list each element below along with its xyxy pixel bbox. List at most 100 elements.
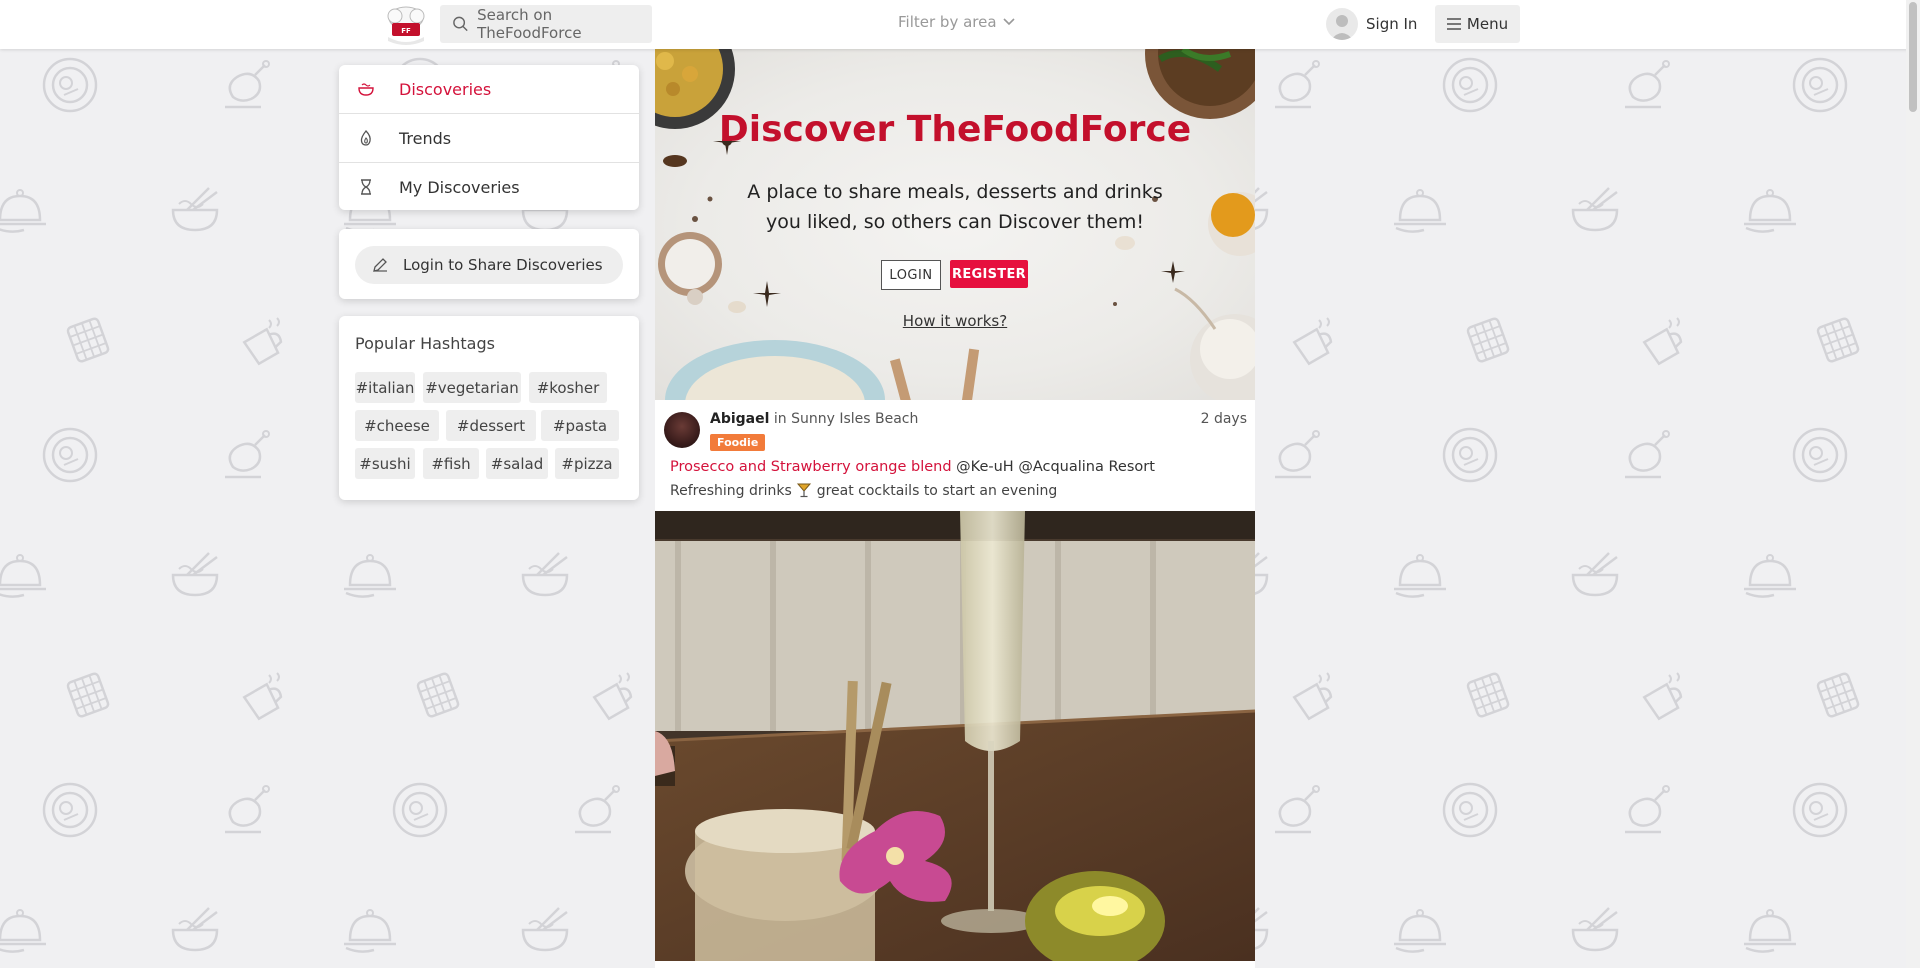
nav-label: Trends — [399, 128, 452, 148]
scrollbar-thumb[interactable] — [1909, 2, 1917, 112]
noodles-pattern-icon — [171, 907, 219, 952]
cloche-pattern-icon — [1394, 189, 1446, 233]
bowl-icon — [358, 83, 374, 96]
plate-pattern-icon — [1442, 427, 1498, 483]
nav-item-trends[interactable]: Trends — [339, 114, 639, 163]
sidebar-nav: Discoveries Trends My Discoveries — [339, 65, 639, 210]
chicken-pattern-icon — [225, 785, 270, 834]
post-time: 2 days — [1200, 411, 1247, 427]
top-bar: FF Search on TheFoodForce Filter by area… — [0, 0, 1920, 49]
hashtag-chip[interactable]: #dessert — [446, 410, 536, 441]
waffle-pattern-icon — [1466, 317, 1510, 363]
waffle-pattern-icon — [1816, 672, 1860, 718]
hashtag-chip[interactable]: #pasta — [541, 410, 619, 441]
mug-pattern-icon — [1292, 317, 1333, 366]
plate-pattern-icon — [1442, 57, 1498, 113]
mug-pattern-icon — [1642, 317, 1683, 366]
search-icon — [453, 16, 468, 32]
foodie-badge: Foodie — [710, 434, 766, 451]
sign-in-button[interactable]: Sign In — [1326, 8, 1417, 40]
login-button[interactable]: LOGIN — [881, 260, 941, 290]
menu-label: Menu — [1466, 15, 1509, 33]
menu-button[interactable]: Menu — [1435, 5, 1520, 43]
mention-user[interactable]: @Ke-uH — [956, 459, 1014, 475]
pencil-icon — [373, 258, 387, 272]
search-input[interactable]: Search on TheFoodForce — [440, 5, 652, 43]
hashtag-chip[interactable]: #kosher — [529, 372, 607, 403]
login-to-share-button[interactable]: Login to Share Discoveries — [355, 246, 623, 284]
location-prefix: in — [773, 411, 787, 427]
share-label: Login to Share Discoveries — [403, 256, 603, 274]
chicken-pattern-icon — [1625, 60, 1670, 109]
cloche-pattern-icon — [1744, 554, 1796, 598]
cloche-pattern-icon — [0, 554, 46, 598]
avatar[interactable] — [664, 412, 700, 448]
nav-item-my-discoveries[interactable]: My Discoveries — [339, 163, 639, 210]
mention-venue[interactable]: @Acqualina Resort — [1018, 459, 1155, 475]
hashtag-chip[interactable]: #vegetarian — [423, 372, 521, 403]
cocktail-icon — [797, 483, 812, 498]
post-author-name[interactable]: Abigael — [710, 411, 769, 427]
post-author-line: Abigael in Sunny Isles Beach — [710, 411, 918, 427]
svg-text:FF: FF — [401, 27, 411, 35]
waffle-pattern-icon — [1466, 672, 1510, 718]
chicken-pattern-icon — [225, 430, 270, 479]
flame-icon — [360, 130, 371, 146]
hero-banner: Discover TheFoodForce A place to share m… — [655, 49, 1255, 400]
chicken-pattern-icon — [1275, 785, 1320, 834]
chicken-pattern-icon — [1625, 430, 1670, 479]
cloche-pattern-icon — [1744, 189, 1796, 233]
chevron-down-icon — [1002, 18, 1015, 26]
noodles-pattern-icon — [1571, 907, 1619, 952]
user-icon — [1326, 8, 1358, 40]
cloche-pattern-icon — [1744, 909, 1796, 953]
post-title: Prosecco and Strawberry orange blend @Ke… — [670, 459, 1155, 475]
logo-chef-hat[interactable]: FF — [383, 3, 429, 45]
waffle-pattern-icon — [1816, 317, 1860, 363]
post-photo[interactable] — [655, 511, 1255, 961]
mug-pattern-icon — [242, 317, 283, 366]
hero-subtitle: A place to share meals, desserts and dri… — [747, 181, 1163, 233]
plate-pattern-icon — [1442, 782, 1498, 838]
mug-pattern-icon — [242, 672, 283, 721]
feed-column: Discover TheFoodForce A place to share m… — [655, 49, 1255, 968]
plate-pattern-icon — [1792, 782, 1848, 838]
hashtag-chip[interactable]: #salad — [486, 448, 548, 479]
hashtag-chip[interactable]: #pizza — [555, 448, 619, 479]
filter-label: Filter by area — [898, 13, 997, 31]
hashtag-chip[interactable]: #fish — [423, 448, 479, 479]
noodles-pattern-icon — [521, 907, 569, 952]
desc-text-2: great cocktails to start an evening — [816, 483, 1058, 499]
noodles-pattern-icon — [171, 552, 219, 597]
chicken-pattern-icon — [225, 60, 270, 109]
noodles-pattern-icon — [1571, 552, 1619, 597]
waffle-pattern-icon — [66, 672, 110, 718]
cloche-pattern-icon — [1394, 554, 1446, 598]
dish-name-link[interactable]: Prosecco and Strawberry orange blend — [670, 459, 952, 475]
how-it-works-link[interactable]: How it works? — [655, 312, 1255, 330]
share-card: Login to Share Discoveries — [339, 229, 639, 299]
filter-by-area-dropdown[interactable]: Filter by area — [898, 13, 1015, 31]
page-scrollbar[interactable] — [1906, 0, 1920, 968]
nav-item-discoveries[interactable]: Discoveries — [339, 65, 639, 114]
hashtag-chip[interactable]: #italian — [355, 372, 415, 403]
plate-pattern-icon — [1792, 57, 1848, 113]
hashtags-title: Popular Hashtags — [355, 334, 495, 353]
plate-pattern-icon — [42, 427, 98, 483]
cloche-pattern-icon — [0, 189, 46, 233]
plate-pattern-icon — [1792, 427, 1848, 483]
chicken-pattern-icon — [575, 785, 620, 834]
plate-pattern-icon — [392, 782, 448, 838]
desc-text-1: Refreshing drinks — [670, 483, 792, 499]
hashtag-chip[interactable]: #sushi — [355, 448, 415, 479]
chicken-pattern-icon — [1275, 60, 1320, 109]
plate-pattern-icon — [42, 57, 98, 113]
nav-label: My Discoveries — [399, 177, 520, 197]
post-description: Refreshing drinks great cocktails to sta… — [670, 482, 1057, 499]
hero-title: Discover TheFoodForce — [718, 109, 1192, 150]
hamburger-icon — [1446, 18, 1461, 30]
cloche-pattern-icon — [0, 909, 46, 953]
register-button[interactable]: REGISTER — [950, 260, 1028, 288]
search-placeholder: Search on TheFoodForce — [477, 6, 582, 42]
hashtag-chip[interactable]: #cheese — [355, 410, 439, 441]
